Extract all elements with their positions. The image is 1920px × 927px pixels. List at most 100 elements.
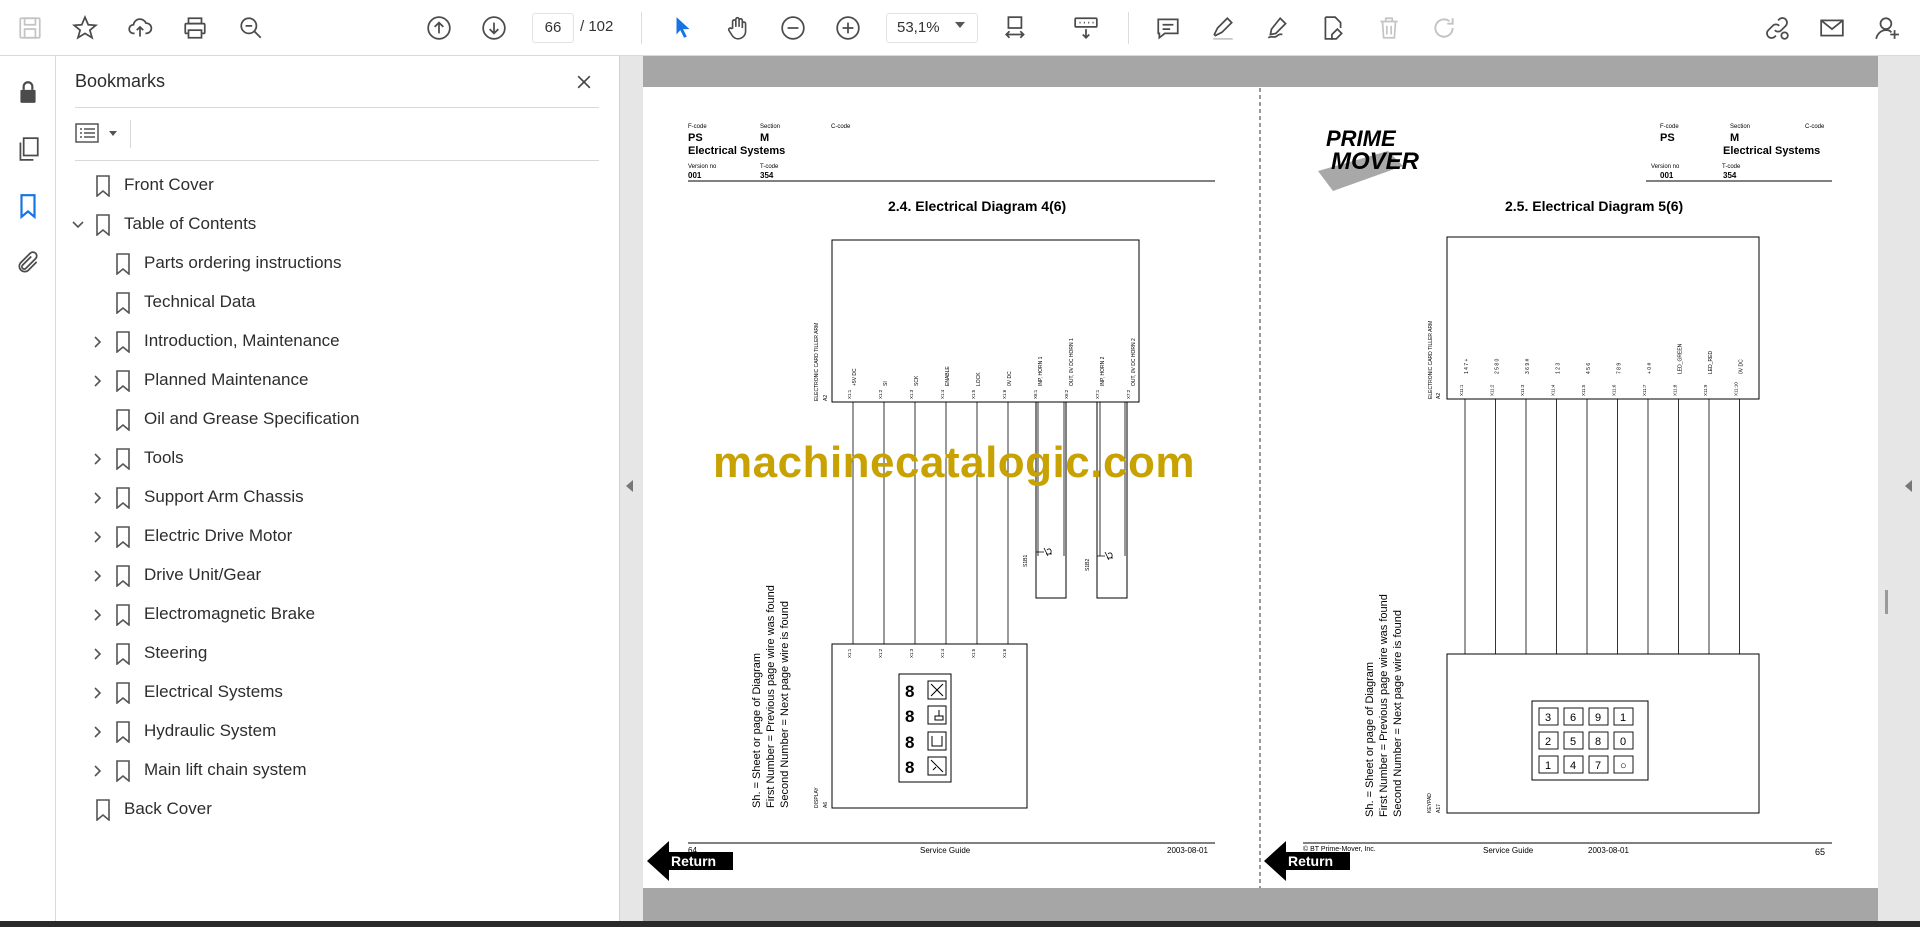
zoom-search-icon[interactable] [231,8,271,48]
zoom-out-icon[interactable] [773,8,813,48]
zoom-in-icon[interactable] [828,8,868,48]
sign-icon[interactable] [1258,8,1298,48]
legend-line-1: Sh. = Sheet or page of Diagram [1364,662,1376,817]
bookmark-item[interactable]: Technical Data [56,284,620,322]
display-label: DISPLAY [814,787,820,808]
upload-icon[interactable] [120,8,160,48]
pages-icon[interactable] [8,129,48,169]
page-number-input[interactable]: 66 [532,13,574,43]
select-cursor-icon[interactable] [663,8,703,48]
bookmark-item[interactable]: Electromagnetic Brake [56,596,620,634]
signal-label: LOCK [976,372,982,386]
bookmark-item[interactable]: Drive Unit/Gear [56,557,620,595]
chevron-down-icon[interactable] [955,22,965,28]
bookmark-label: Main lift chain system [144,760,307,779]
footer-center-right: Service Guide [1483,846,1534,855]
chevron-right-icon[interactable] [91,491,105,505]
footer-center-left: Service Guide [920,846,971,855]
hand-icon[interactable] [718,8,758,48]
highlight-icon[interactable] [1203,8,1243,48]
chevron-right-icon[interactable] [91,725,105,739]
bookmark-item[interactable]: Oil and Grease Specification [56,401,620,439]
switch-1-symbol [1036,547,1052,557]
pin-label: X11:1 [1459,384,1464,396]
label-tcode: T-code [1722,164,1741,170]
redo-icon[interactable] [1424,8,1464,48]
pin-label: X1:3 [909,389,914,399]
keypad-ref: A17 [1436,804,1442,813]
star-icon[interactable] [65,8,105,48]
keypad-key-label: 2 [1545,736,1551,748]
account-icon[interactable] [1867,8,1907,48]
section-value: M [1730,132,1739,144]
chevron-right-icon[interactable] [91,530,105,544]
chevron-down-icon[interactable] [71,218,85,232]
page-down-icon[interactable] [474,8,514,48]
svg-text:8: 8 [905,733,914,752]
zoom-level-select[interactable]: 53,1% [886,13,978,43]
bookmark-options-button[interactable] [75,116,123,150]
save-icon[interactable] [10,8,50,48]
prime-mover-logo: PRIME MOVER [1318,126,1420,191]
pin-label: X11:7 [1642,384,1647,396]
page-number-right: 65 [1815,847,1825,857]
bookmark-item[interactable]: Parts ordering instructions [56,245,620,283]
bookmark-label: Support Arm Chassis [144,487,304,506]
close-icon[interactable] [570,68,598,96]
chevron-right-icon[interactable] [91,686,105,700]
bookmark-item[interactable]: Introduction, Maintenance [56,323,620,361]
chevron-right-icon[interactable] [91,647,105,661]
tcode-value: 354 [760,171,774,180]
fit-page-icon[interactable] [996,8,1036,48]
chevron-right-icon[interactable] [91,569,105,583]
lock-icon[interactable] [8,72,48,112]
bookmark-icon [115,760,131,783]
page-up-icon[interactable] [419,8,459,48]
bookmark-item[interactable]: Electrical Systems [56,674,620,712]
delete-icon[interactable] [1369,8,1409,48]
scroll-mode-icon[interactable] [1066,8,1106,48]
section-value: M [760,132,769,144]
bookmark-item[interactable]: Planned Maintenance [56,362,620,400]
pin-label: X1:6 [1002,389,1007,399]
comment-icon[interactable] [1148,8,1188,48]
bookmark-item[interactable]: Main lift chain system [56,752,620,790]
bookmark-icon [115,643,131,666]
bookmark-icon[interactable] [8,186,48,226]
bookmark-icon [115,604,131,627]
email-icon[interactable] [1812,8,1852,48]
bookmark-label: Tools [144,448,184,467]
display-pin-label: X1:4 [940,648,945,658]
scrollbar-thumb[interactable] [1885,590,1888,614]
print-icon[interactable] [175,8,215,48]
chevron-right-icon[interactable] [91,764,105,778]
bookmark-icon [115,526,131,549]
chevron-right-icon[interactable] [91,335,105,349]
logo-line-2: MOVER [1331,148,1420,175]
expand-right-panel-icon[interactable] [1905,480,1912,492]
bookmark-item[interactable]: Electric Drive Motor [56,518,620,556]
attachment-icon[interactable] [8,243,48,283]
bookmark-item[interactable]: Back Cover [56,791,620,829]
bookmark-item[interactable]: Tools [56,440,620,478]
switch-2-symbol [1097,551,1113,561]
pin-label: X1:2 [878,389,883,399]
chevron-right-icon[interactable] [91,374,105,388]
return-label: Return [1288,853,1333,869]
bookmark-item[interactable]: Table of Contents [56,206,620,244]
collapse-panel-icon[interactable] [626,480,633,492]
bookmark-item[interactable]: Front Cover [56,167,620,205]
divider [75,107,599,108]
label-tcode: T-code [760,164,779,170]
signal-label: OUT, 0V DC HORN 2 [1131,338,1137,386]
bookmark-item[interactable]: Hydraulic System [56,713,620,751]
switch-1-label: S1B1 [1023,555,1029,567]
chevron-right-icon[interactable] [91,608,105,622]
chevron-right-icon[interactable] [91,452,105,466]
share-link-icon[interactable] [1757,8,1797,48]
edit-pdf-icon[interactable] [1313,8,1353,48]
bookmark-item[interactable]: Support Arm Chassis [56,479,620,517]
pin-label: X1:4 [940,389,945,399]
label-section: Section [1730,124,1750,130]
bookmark-item[interactable]: Steering [56,635,620,673]
